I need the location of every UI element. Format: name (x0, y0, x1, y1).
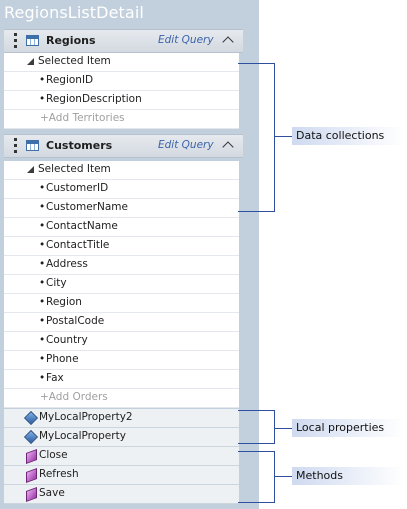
data-collections-bracket (238, 63, 275, 212)
field-customerid[interactable]: • CustomerID (4, 180, 239, 199)
method-label: Refresh (39, 468, 79, 480)
bullet-icon: • (39, 353, 46, 365)
method-icon (26, 467, 37, 484)
drag-grip-icon[interactable] (14, 138, 17, 153)
screen-title: RegionsListDetail (4, 3, 144, 22)
method-icon (26, 448, 37, 465)
bullet-icon: • (39, 334, 46, 346)
methods-callout: Methods (292, 467, 404, 485)
field-postalcode[interactable]: • PostalCode (4, 313, 239, 332)
customers-selected-item[interactable]: Selected Item (4, 161, 239, 180)
property-icon (23, 410, 39, 426)
bullet-icon: • (39, 258, 46, 270)
field-customername[interactable]: • CustomerName (4, 199, 239, 218)
property-label: MyLocalProperty (39, 430, 126, 442)
bullet-icon: • (39, 182, 46, 194)
bullet-icon: • (39, 372, 46, 384)
field-label: Fax (46, 372, 64, 384)
field-label: CustomerName (46, 201, 128, 213)
field-label: Address (46, 258, 88, 270)
customers-edit-query-link[interactable]: Edit Query (158, 139, 214, 151)
methods-bracket (238, 451, 275, 503)
data-collections-connector (274, 136, 292, 137)
field-label: Phone (46, 353, 79, 365)
field-city[interactable]: • City (4, 275, 239, 294)
local-properties-bracket (238, 410, 275, 444)
field-regiondescription[interactable]: • RegionDescription (4, 91, 239, 110)
methods-label: Methods (296, 469, 343, 482)
field-country[interactable]: • Country (4, 332, 239, 351)
method-label: Save (39, 487, 65, 499)
field-regionid[interactable]: • RegionID (4, 72, 239, 91)
field-contacttitle[interactable]: • ContactTitle (4, 237, 239, 256)
field-fax[interactable]: • Fax (4, 370, 239, 389)
table-icon (26, 140, 39, 151)
method-save[interactable]: Save (4, 485, 239, 504)
field-label: City (46, 277, 67, 289)
customers-group-header[interactable]: Customers Edit Query (4, 134, 243, 158)
field-label: Region (46, 296, 82, 308)
method-icon (26, 486, 37, 503)
bullet-icon: • (39, 93, 46, 105)
table-icon (26, 35, 39, 46)
customers-label: Customers (46, 139, 113, 152)
collapse-chevron-icon[interactable] (222, 33, 236, 47)
field-label: Country (46, 334, 88, 346)
collapse-chevron-icon[interactable] (222, 138, 236, 152)
field-phone[interactable]: • Phone (4, 351, 239, 370)
add-orders-label: +Add Orders (40, 391, 108, 403)
local-properties-callout: Local properties (292, 419, 404, 437)
field-label: CustomerID (46, 182, 109, 194)
regions-group-header[interactable]: Regions Edit Query (4, 29, 243, 53)
method-label: Close (39, 449, 68, 461)
bullet-icon: • (39, 201, 46, 213)
property-label: MyLocalProperty2 (39, 411, 133, 423)
screen-designer-panel: RegionsListDetail Regions Edit Query Sel… (0, 0, 259, 509)
bullet-icon: • (39, 220, 46, 232)
field-address[interactable]: • Address (4, 256, 239, 275)
field-label: ContactTitle (46, 239, 110, 251)
methods-connector (274, 476, 292, 477)
field-label: RegionDescription (46, 93, 142, 105)
bullet-icon: • (39, 315, 46, 327)
customers-selected-item-label: Selected Item (38, 163, 111, 175)
method-refresh[interactable]: Refresh (4, 466, 239, 485)
property-mylocalproperty2[interactable]: MyLocalProperty2 (4, 409, 239, 428)
expand-triangle-icon[interactable] (27, 166, 34, 173)
bullet-icon: • (39, 74, 46, 86)
regions-label: Regions (46, 34, 96, 47)
field-label: ContactName (46, 220, 118, 232)
field-contactname[interactable]: • ContactName (4, 218, 239, 237)
expand-triangle-icon[interactable] (27, 58, 34, 65)
data-collections-callout: Data collections (292, 127, 404, 145)
add-orders-link[interactable]: +Add Orders (4, 389, 239, 408)
regions-edit-query-link[interactable]: Edit Query (158, 34, 214, 46)
data-collections-label: Data collections (296, 129, 385, 142)
property-mylocalproperty[interactable]: MyLocalProperty (4, 428, 239, 447)
regions-selected-item[interactable]: Selected Item (4, 53, 239, 72)
bullet-icon: • (39, 239, 46, 251)
bullet-icon: • (39, 296, 46, 308)
method-close[interactable]: Close (4, 447, 239, 466)
bullet-icon: • (39, 277, 46, 289)
add-territories-link[interactable]: +Add Territories (4, 110, 239, 129)
add-territories-label: +Add Territories (40, 112, 125, 124)
local-properties-label: Local properties (296, 421, 385, 434)
drag-grip-icon[interactable] (14, 33, 17, 48)
local-properties-connector (274, 428, 292, 429)
property-icon (23, 429, 39, 445)
field-label: RegionID (46, 74, 94, 86)
regions-selected-item-label: Selected Item (38, 55, 111, 67)
field-label: PostalCode (46, 315, 105, 327)
field-region[interactable]: • Region (4, 294, 239, 313)
